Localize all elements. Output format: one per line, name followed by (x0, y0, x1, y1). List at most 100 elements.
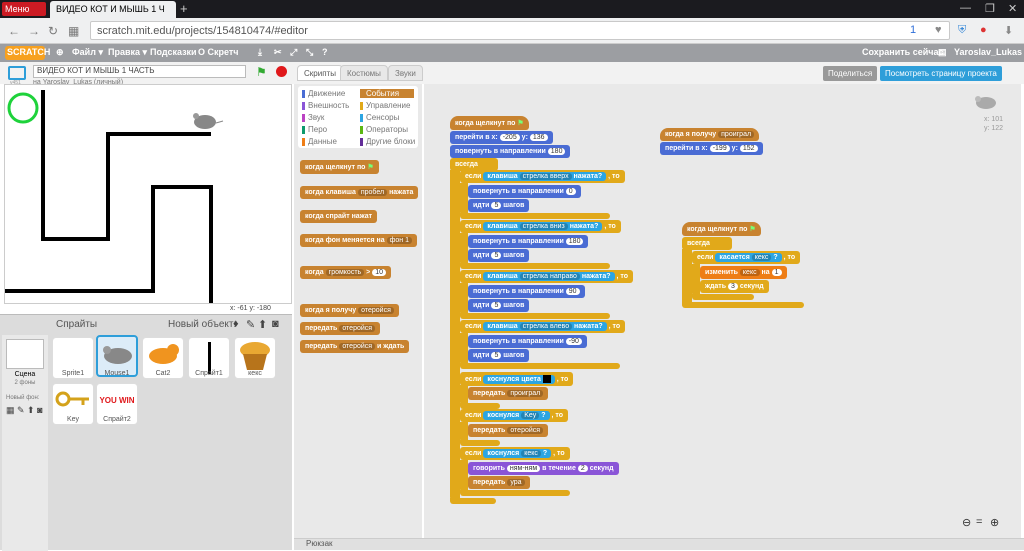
project-title-field[interactable]: ВИДЕО КОТ И МЫШЬ 1 ЧАСТЬ (33, 65, 246, 78)
browser-tab[interactable]: ВИДЕО КОТ И МЫШЬ 1 Ч (50, 1, 176, 18)
minimize-icon[interactable]: — (960, 2, 971, 14)
block-when-key[interactable]: когда клавиша пробел нажата (300, 186, 419, 199)
tab-sounds[interactable]: Звуки (388, 65, 423, 81)
green-flag-icon[interactable]: ⚑ (256, 65, 267, 79)
block-when-receive[interactable]: когда я получу отеройся (300, 304, 399, 317)
grow-icon[interactable]: ⤢ (290, 47, 297, 58)
block-when-receive[interactable]: когда я получу проиграл (660, 128, 760, 141)
wait-value[interactable]: 3 (727, 283, 738, 290)
camera-icon[interactable]: ◙ (272, 318, 279, 330)
block-point-direction[interactable]: повернуть в направлении 180 (468, 235, 589, 248)
mouse-sprite[interactable] (193, 113, 224, 129)
change-value[interactable]: 1 (771, 269, 782, 276)
message-dropdown[interactable]: проиграл (507, 390, 544, 397)
block-if-touch[interactable]: если касается кекс ? , то (692, 251, 801, 264)
message-dropdown[interactable]: отеройся (507, 427, 544, 434)
steps-value[interactable]: 5 (491, 352, 502, 359)
block-move[interactable]: идти 5 шагов (468, 199, 530, 212)
key-dropdown[interactable]: стрелка вверх (519, 173, 572, 180)
block-if-key[interactable]: если клавиша стрелка направо нажата? , т… (460, 270, 633, 283)
download-icon[interactable]: ⬇ (1004, 24, 1013, 37)
upload-sprite-icon[interactable]: ⬆ (258, 318, 267, 331)
fullscreen-icon[interactable] (8, 66, 26, 80)
close-window-icon[interactable]: ✕ (1008, 2, 1017, 15)
block-broadcast-wait[interactable]: передать отеройся и ждать (300, 340, 410, 353)
block-broadcast-lose[interactable]: передать проиграл (468, 387, 549, 400)
block-point-direction[interactable]: повернуть в направлении 180 (450, 145, 571, 158)
scene-thumb[interactable] (6, 339, 44, 369)
shrink-icon[interactable]: ⤡ (306, 47, 313, 58)
url-field[interactable]: scratch.mit.edu/projects/154810474/#edit… (90, 21, 950, 40)
zoom-in-icon[interactable]: ⊕ (990, 516, 999, 529)
direction-value[interactable]: -90 (565, 338, 582, 345)
direction-value[interactable]: 90 (565, 288, 580, 295)
category-6[interactable]: Управление (360, 101, 410, 110)
block-broadcast[interactable]: передать отеройся (300, 322, 381, 335)
block-if-key[interactable]: если клавиша стрелка вверх нажата? , то (460, 170, 625, 183)
delete-icon[interactable]: ✂ (274, 47, 282, 58)
share-button[interactable]: Поделиться (823, 66, 878, 81)
say-text[interactable]: ням-ням (506, 465, 541, 472)
menu-tips[interactable]: Подсказки (150, 47, 197, 57)
shield-icon[interactable]: ⛨ (958, 24, 966, 37)
scripts-area[interactable]: когда щелкнут по ⚑ перейти в x: -205 y: … (424, 84, 1021, 538)
category-0[interactable]: Движение (302, 89, 345, 98)
object-dropdown[interactable]: кекс (751, 254, 772, 261)
see-project-page-button[interactable]: Посмотреть страницу проекта (880, 66, 1002, 81)
steps-value[interactable]: 5 (491, 202, 502, 209)
save-now-link[interactable]: Сохранить сейчас (862, 47, 943, 57)
globe-icon[interactable]: ⊕ (56, 47, 64, 58)
user-folder-icon[interactable]: ▤ (938, 47, 947, 58)
y-value[interactable]: 152 (739, 145, 758, 152)
object-dropdown[interactable]: кекс (521, 450, 541, 457)
block-wait[interactable]: ждать 3 секунд (700, 280, 769, 293)
block-if-touch-color[interactable]: если коснулся цвета , то (460, 372, 574, 386)
stage[interactable] (4, 84, 292, 304)
category-4[interactable]: Данные (302, 137, 337, 146)
category-7[interactable]: Сенсоры (360, 113, 399, 122)
back-icon[interactable]: ← (8, 24, 20, 38)
key-dropdown[interactable]: стрелка влево (519, 323, 573, 330)
block-move[interactable]: идти 5 шагов (468, 249, 530, 262)
menu-about[interactable]: О Скретч (198, 47, 239, 57)
direction-value[interactable]: 180 (547, 148, 566, 155)
block-point-direction[interactable]: повернуть в направлении -90 (468, 335, 587, 348)
paint-sprite-icon[interactable]: ♦ (233, 318, 239, 330)
x-value[interactable]: -205 (499, 134, 520, 141)
x-value[interactable]: -199 (709, 145, 730, 152)
tab-costumes[interactable]: Костюмы (340, 65, 388, 81)
category-5[interactable]: События (360, 89, 414, 98)
color-swatch[interactable] (542, 375, 551, 383)
block-change-var[interactable]: изменить кекс на 1 (700, 266, 787, 279)
direction-value[interactable]: 180 (565, 238, 584, 245)
block-if-key[interactable]: если клавиша стрелка вниз нажата? , то (460, 220, 621, 233)
block-goto-xy[interactable]: перейти в x: -199 y: 152 (660, 142, 763, 155)
category-8[interactable]: Операторы (360, 125, 408, 134)
block-goto-xy[interactable]: перейти в x: -205 y: 136 (450, 131, 553, 144)
block-if-touch-cake[interactable]: если коснулся кекс ? , то (460, 447, 570, 460)
block-move[interactable]: идти 5 шагов (468, 299, 530, 312)
zoom-reset-icon[interactable]: = (976, 516, 982, 528)
help-icon[interactable]: ? (322, 47, 328, 57)
block-broadcast-open[interactable]: передать отеройся (468, 424, 549, 437)
menu-edit[interactable]: Правка ▾ (108, 47, 147, 58)
category-2[interactable]: Звук (302, 113, 324, 122)
maximize-icon[interactable]: ❐ (985, 2, 995, 15)
stop-icon[interactable] (276, 66, 287, 77)
opera-menu-button[interactable]: Меню (2, 2, 46, 16)
user-name[interactable]: Yaroslav_Lukas (954, 47, 1022, 57)
message-dropdown[interactable]: проиграл (718, 131, 755, 138)
block-when-flag-main[interactable]: когда щелкнут по ⚑ (450, 116, 529, 130)
variable-dropdown[interactable]: кекс (739, 269, 760, 276)
reload-icon[interactable]: ↻ (48, 24, 58, 38)
backpack-bar[interactable]: Рюкзак (294, 538, 1024, 550)
y-value[interactable]: 136 (529, 134, 548, 141)
message-dropdown[interactable]: ура (507, 479, 525, 486)
block-point-direction[interactable]: повернуть в направлении 90 (468, 285, 585, 298)
category-3[interactable]: Перо (302, 125, 327, 134)
backdrop-tools-icon[interactable]: ▦ ✎ ⬆ ◙ (6, 405, 43, 416)
object-dropdown[interactable]: Key (521, 412, 540, 419)
seconds-value[interactable]: 2 (577, 465, 588, 472)
block-broadcast-win[interactable]: передать ура (468, 476, 530, 489)
duplicate-icon[interactable]: ⤓ (258, 47, 262, 58)
